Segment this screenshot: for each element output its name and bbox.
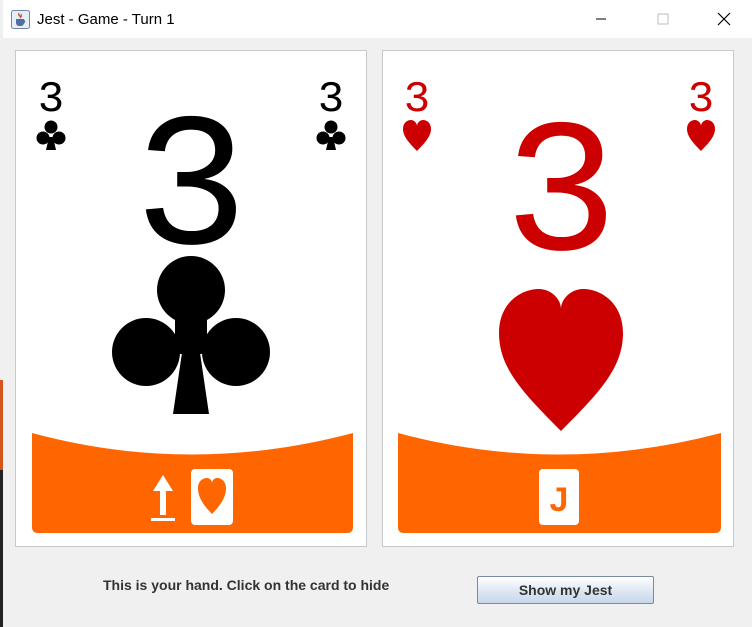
- show-jest-button[interactable]: Show my Jest: [477, 576, 654, 604]
- minimize-icon: [596, 18, 606, 20]
- title-bar[interactable]: Jest - Game - Turn 1: [3, 0, 752, 38]
- hand-card-3-of-hearts[interactable]: 3 3 3 J: [382, 50, 734, 547]
- game-panel: 3 3 3 3 3 3 J This is your hand. Click o…: [3, 38, 752, 627]
- corner-rank-top-left: 3: [404, 75, 430, 125]
- minimize-button[interactable]: [573, 0, 629, 38]
- hand-card-3-of-clubs[interactable]: 3 3 3: [15, 50, 367, 547]
- java-cup-icon: [11, 9, 30, 29]
- corner-rank-top-left: 3: [38, 75, 64, 125]
- corner-rank-top-right: 3: [688, 75, 714, 125]
- joker-trophy-icon: J: [539, 469, 579, 525]
- window-title: Jest - Game - Turn 1: [37, 10, 175, 28]
- card-rank: 3: [504, 92, 618, 307]
- heart-suit-icon: [499, 289, 623, 431]
- maximize-button[interactable]: [635, 0, 691, 38]
- maximize-icon: [657, 13, 669, 25]
- joker-trophy-letter: J: [550, 481, 569, 519]
- hand-instruction: This is your hand. Click on the card to …: [103, 577, 390, 593]
- corner-rank-top-right: 3: [318, 75, 344, 125]
- close-button[interactable]: [696, 0, 752, 38]
- heart-icon: [191, 469, 233, 525]
- close-icon: [717, 12, 731, 26]
